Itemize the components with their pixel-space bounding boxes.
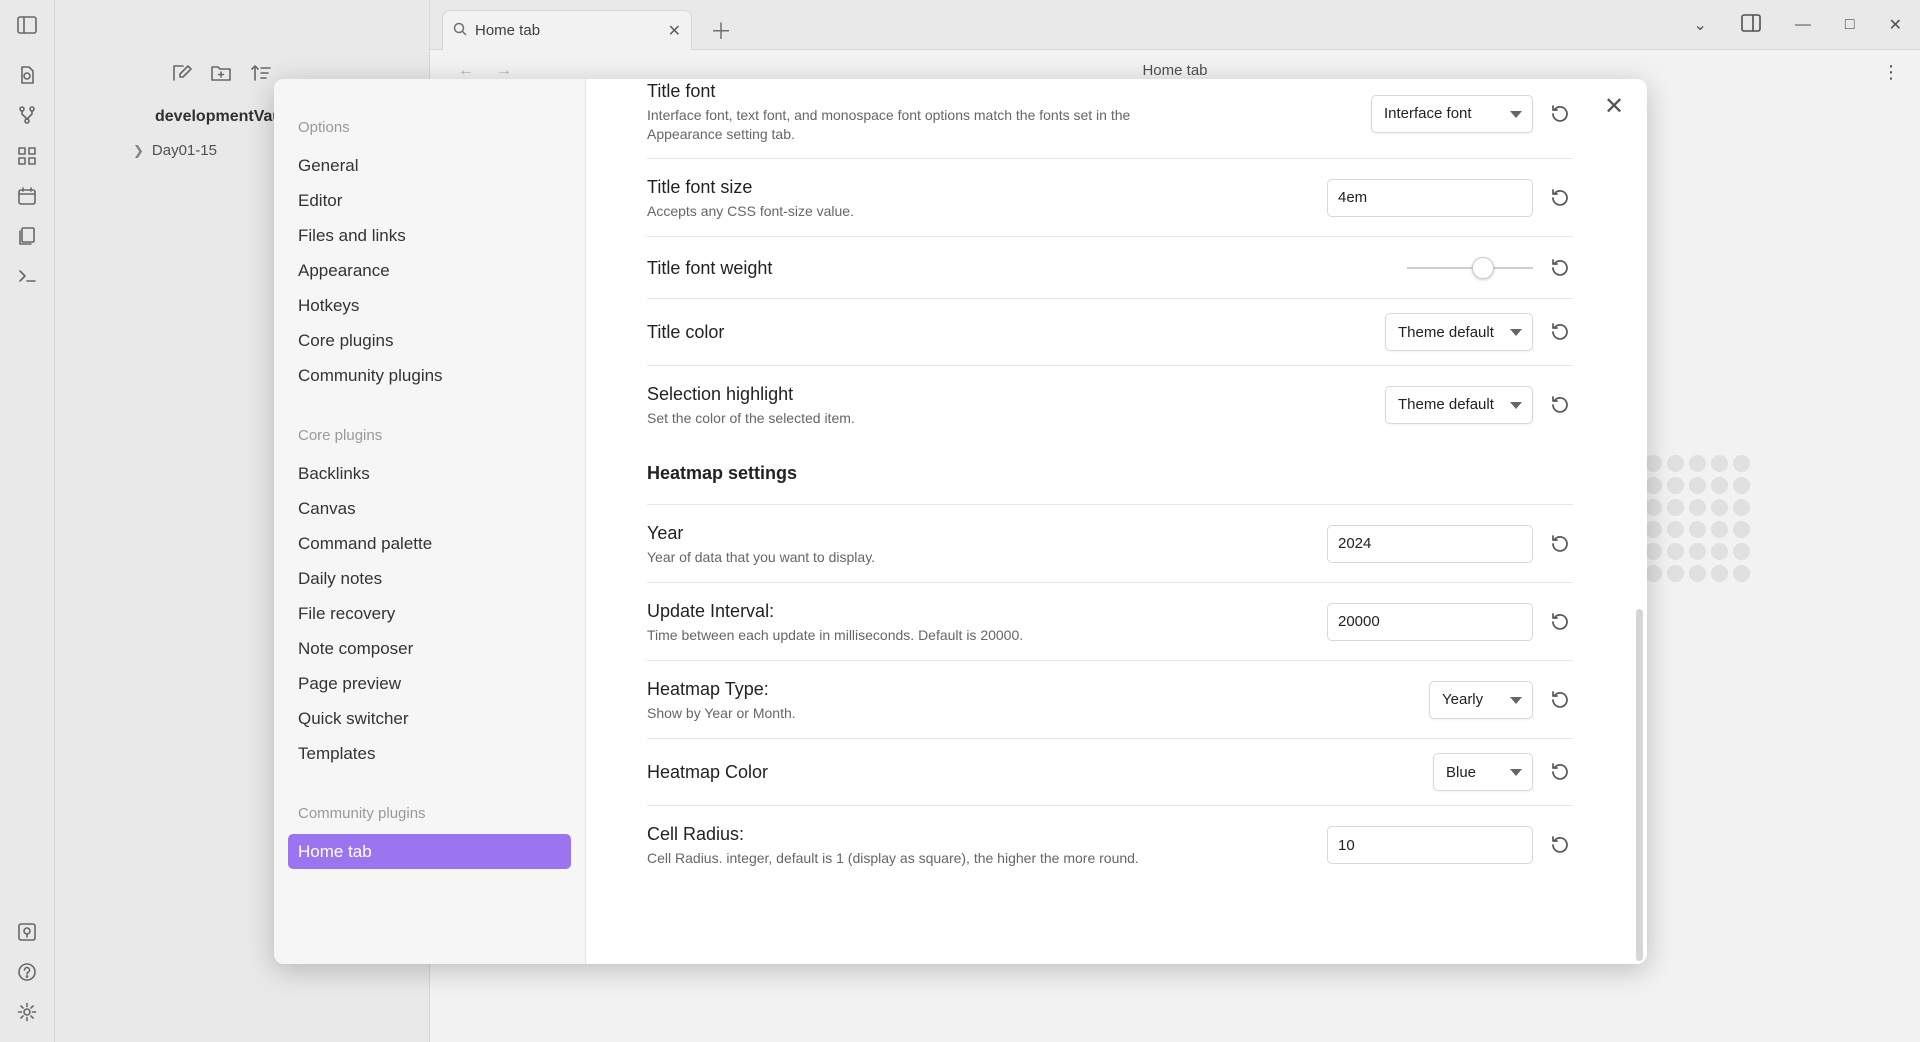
reset-icon[interactable] bbox=[1547, 687, 1573, 713]
dropdown-caret-icon bbox=[1510, 329, 1522, 336]
reset-icon[interactable] bbox=[1547, 101, 1573, 127]
selection-highlight-dropdown[interactable]: Theme default bbox=[1385, 385, 1533, 424]
setting-desc: Time between each update in milliseconds… bbox=[647, 626, 1024, 643]
nav-item-file-recovery[interactable]: File recovery bbox=[288, 596, 571, 631]
nav-item-quick-switcher[interactable]: Quick switcher bbox=[288, 701, 571, 736]
setting-title-color: Title color Theme default bbox=[647, 299, 1573, 366]
dropdown-caret-icon bbox=[1510, 769, 1522, 776]
dropdown-value: Theme default bbox=[1398, 396, 1494, 413]
dropdown-value: Theme default bbox=[1398, 323, 1494, 341]
slider-thumb[interactable] bbox=[1471, 256, 1494, 279]
dropdown-value: Blue bbox=[1446, 763, 1477, 781]
setting-heatmap-type: Heatmap Type: Show by Year or Month. Yea… bbox=[647, 661, 1573, 739]
slider-track bbox=[1407, 266, 1533, 269]
setting-name: Heatmap Type: bbox=[647, 678, 769, 699]
update-interval-input[interactable] bbox=[1327, 602, 1533, 641]
setting-cell-radius: Cell Radius: Cell Radius. integer, defau… bbox=[647, 806, 1573, 884]
reset-icon[interactable] bbox=[1547, 392, 1573, 418]
heatmap-color-dropdown[interactable]: Blue bbox=[1433, 753, 1533, 791]
setting-update-interval: Update Interval: Time between each updat… bbox=[647, 583, 1573, 661]
settings-content: Title font Interface font, text font, an… bbox=[586, 79, 1647, 964]
nav-item-editor[interactable]: Editor bbox=[288, 183, 571, 218]
title-color-dropdown[interactable]: Theme default bbox=[1385, 313, 1533, 351]
setting-name: Title font size bbox=[647, 176, 753, 197]
nav-item-note-composer[interactable]: Note composer bbox=[288, 631, 571, 666]
settings-nav: Options General Editor Files and links A… bbox=[274, 79, 586, 964]
nav-item-home-tab[interactable]: Home tab bbox=[288, 834, 571, 869]
reset-icon[interactable] bbox=[1547, 185, 1573, 211]
setting-name: Title font weight bbox=[647, 257, 773, 278]
setting-name: Update Interval: bbox=[647, 600, 775, 621]
setting-name: Cell Radius: bbox=[647, 824, 745, 844]
dropdown-value: Yearly bbox=[1442, 691, 1484, 708]
setting-selection-highlight: Selection highlight Set the color of the… bbox=[647, 366, 1573, 443]
setting-desc: Set the color of the selected item. bbox=[647, 409, 855, 426]
reset-icon[interactable] bbox=[1547, 255, 1573, 281]
title-font-dropdown[interactable]: Interface font bbox=[1371, 94, 1533, 133]
dropdown-value: Interface font bbox=[1384, 105, 1472, 122]
nav-heading-community-plugins: Community plugins bbox=[298, 805, 426, 822]
settings-modal: ✕ Options General Editor Files and links… bbox=[274, 79, 1647, 964]
title-font-size-input[interactable] bbox=[1327, 178, 1533, 217]
nav-item-page-preview[interactable]: Page preview bbox=[288, 666, 571, 701]
dropdown-caret-icon bbox=[1510, 110, 1522, 118]
nav-item-canvas[interactable]: Canvas bbox=[288, 491, 571, 526]
nav-item-backlinks[interactable]: Backlinks bbox=[288, 456, 571, 491]
cell-radius-input[interactable] bbox=[1327, 826, 1533, 864]
nav-item-appearance[interactable]: Appearance bbox=[288, 253, 571, 288]
reset-icon[interactable] bbox=[1547, 759, 1573, 785]
nav-heading-options: Options bbox=[298, 119, 350, 136]
setting-name: Title color bbox=[647, 322, 725, 342]
nav-item-community-plugins[interactable]: Community plugins bbox=[288, 358, 571, 393]
nav-item-daily-notes[interactable]: Daily notes bbox=[288, 561, 571, 596]
scrollbar[interactable] bbox=[1636, 609, 1643, 961]
setting-desc: Show by Year or Month. bbox=[647, 704, 796, 721]
nav-item-core-plugins[interactable]: Core plugins bbox=[288, 323, 571, 358]
setting-title-font-size: Title font size Accepts any CSS font-siz… bbox=[647, 159, 1573, 237]
heatmap-type-dropdown[interactable]: Yearly bbox=[1429, 680, 1533, 719]
setting-desc: Interface font, text font, and monospace… bbox=[647, 107, 1131, 142]
setting-heatmap-color: Heatmap Color Blue bbox=[647, 739, 1573, 806]
reset-icon[interactable] bbox=[1547, 832, 1573, 858]
dropdown-caret-icon bbox=[1510, 696, 1522, 704]
reset-icon[interactable] bbox=[1547, 609, 1573, 635]
setting-name: Year bbox=[647, 522, 684, 543]
title-font-weight-slider[interactable] bbox=[1407, 256, 1533, 280]
year-input[interactable] bbox=[1327, 524, 1533, 563]
setting-desc: Year of data that you want to display. bbox=[647, 548, 876, 565]
reset-icon[interactable] bbox=[1547, 319, 1573, 345]
section-heading: Heatmap settings bbox=[647, 463, 798, 483]
nav-item-hotkeys[interactable]: Hotkeys bbox=[288, 288, 571, 323]
setting-desc: Cell Radius. integer, default is 1 (disp… bbox=[647, 850, 1139, 866]
heatmap-settings-heading-row: Heatmap settings bbox=[647, 443, 1573, 505]
nav-heading-core-plugins: Core plugins bbox=[298, 427, 383, 444]
nav-item-templates[interactable]: Templates bbox=[288, 736, 571, 771]
nav-item-general[interactable]: General bbox=[288, 148, 571, 183]
setting-desc: Accepts any CSS font-size value. bbox=[647, 202, 854, 219]
reset-icon[interactable] bbox=[1547, 531, 1573, 557]
nav-item-command-palette[interactable]: Command palette bbox=[288, 526, 571, 561]
setting-title-font: Title font Interface font, text font, an… bbox=[647, 79, 1573, 159]
nav-item-files-and-links[interactable]: Files and links bbox=[288, 218, 571, 253]
setting-name: Selection highlight bbox=[647, 383, 794, 404]
setting-year: Year Year of data that you want to displ… bbox=[647, 505, 1573, 583]
setting-name: Heatmap Color bbox=[647, 762, 769, 782]
setting-name: Title font bbox=[647, 81, 716, 101]
setting-title-font-weight: Title font weight bbox=[647, 237, 1573, 299]
dropdown-caret-icon bbox=[1510, 401, 1522, 409]
